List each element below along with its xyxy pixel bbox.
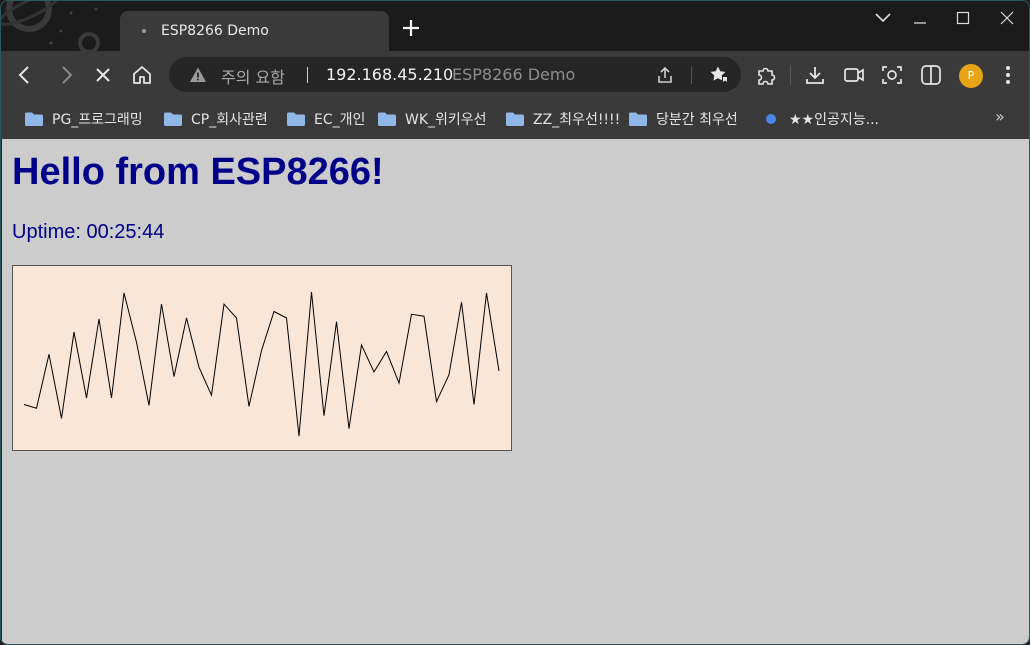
video-capture-button[interactable] [842, 63, 866, 87]
back-arrow-icon [18, 66, 29, 84]
forward-arrow-icon [62, 66, 73, 84]
folder-icon [164, 112, 182, 126]
bookmark-label: EC_개인 [314, 112, 366, 128]
bookmark-star-icon[interactable] [709, 65, 729, 85]
security-status-text[interactable]: 주의 요함 [221, 64, 285, 88]
bookmark-label: ZZ_최우선!!!! [533, 112, 621, 128]
bookmark-folder[interactable]: 당분간 최우선 [629, 109, 738, 129]
profile-avatar[interactable]: P [959, 64, 983, 88]
browser-window: ESP8266 Demo 주의 요함 192.168.45.210 ESP826… [0, 0, 1030, 645]
page-heading: Hello from ESP8266! [12, 151, 384, 193]
bookmark-folder[interactable]: PG_프로그래밍 [25, 109, 143, 129]
folder-icon [629, 112, 647, 126]
tab-search-button[interactable] [870, 7, 896, 29]
maximize-icon [956, 11, 970, 25]
chevron-down-icon [875, 13, 891, 23]
minimize-icon [914, 22, 926, 24]
uptime-text: Uptime: 00:25:44 [12, 221, 164, 244]
loading-dot-icon [142, 29, 146, 33]
minimize-button[interactable] [907, 7, 933, 29]
close-icon [1000, 11, 1014, 25]
folder-icon [378, 112, 396, 126]
download-icon [806, 67, 824, 84]
bookmark-folder[interactable]: EC_개인 [287, 109, 365, 129]
tab-title: ESP8266 Demo [161, 23, 269, 39]
close-button[interactable] [994, 7, 1020, 29]
divider [790, 65, 791, 85]
bookmark-label: ★★인공지능... [789, 112, 879, 128]
downloads-button[interactable] [803, 63, 827, 87]
maximize-button[interactable] [950, 7, 976, 29]
tab-strip: ESP8266 Demo [1, 1, 1029, 51]
home-button[interactable] [130, 63, 154, 87]
theme-decoration [1, 1, 100, 51]
divider [691, 66, 692, 84]
home-icon [133, 66, 151, 84]
bookmark-label: 당분간 최우선 [656, 112, 738, 128]
back-button[interactable] [13, 63, 37, 87]
split-view-button[interactable] [919, 63, 943, 87]
warning-icon[interactable] [189, 66, 207, 84]
bookmark-folder[interactable]: ZZ_최우선!!!! [506, 109, 620, 129]
bookmark-label: PG_프로그래밍 [52, 112, 143, 128]
bookmarks-bar: PG_프로그래밍 CP_회사관련 EC_개인 WK_위키우선 ZZ_최우선!!!… [1, 99, 1029, 139]
stop-x-icon [96, 68, 110, 82]
line-chart [12, 265, 512, 451]
address-bar[interactable]: 주의 요함 192.168.45.210 ESP8266 Demo [169, 57, 741, 92]
split-screen-icon [921, 65, 941, 85]
bookmark-label: CP_회사관련 [191, 112, 268, 128]
uptime-value: 00:25:44 [86, 221, 165, 243]
bookmark-folder[interactable]: WK_위키우선 [378, 109, 487, 129]
favicon-icon [766, 114, 776, 124]
puzzle-icon [758, 67, 776, 85]
bookmarks-overflow-button[interactable]: » [995, 107, 1005, 126]
bookmark-link[interactable]: ★★인공지능... [766, 109, 879, 129]
page-title-hint: ESP8266 Demo [452, 65, 576, 84]
screenshot-camera-icon [882, 66, 902, 84]
stop-loading-button[interactable] [91, 63, 115, 87]
uptime-label: Uptime: [12, 221, 81, 243]
share-icon[interactable] [656, 66, 674, 84]
more-vertical-icon [1006, 66, 1010, 84]
folder-icon [287, 112, 305, 126]
url-text[interactable]: 192.168.45.210 [326, 65, 453, 84]
web-page: Hello from ESP8266! Uptime: 00:25:44 [2, 139, 1029, 644]
bookmark-folder[interactable]: CP_회사관련 [164, 109, 268, 129]
menu-button[interactable] [996, 63, 1020, 87]
chart-background [12, 265, 512, 451]
folder-icon [506, 112, 524, 126]
forward-button[interactable] [54, 63, 78, 87]
screenshot-button[interactable] [880, 63, 904, 87]
toolbar: 주의 요함 192.168.45.210 ESP8266 Demo P [1, 51, 1029, 99]
new-tab-button[interactable] [399, 17, 423, 41]
plus-icon [403, 20, 419, 36]
folder-icon [25, 112, 43, 126]
bookmark-label: WK_위키우선 [405, 112, 487, 128]
tab-active[interactable]: ESP8266 Demo [120, 11, 389, 51]
video-camera-icon [844, 68, 864, 82]
divider [307, 67, 308, 83]
extensions-button[interactable] [754, 63, 778, 87]
